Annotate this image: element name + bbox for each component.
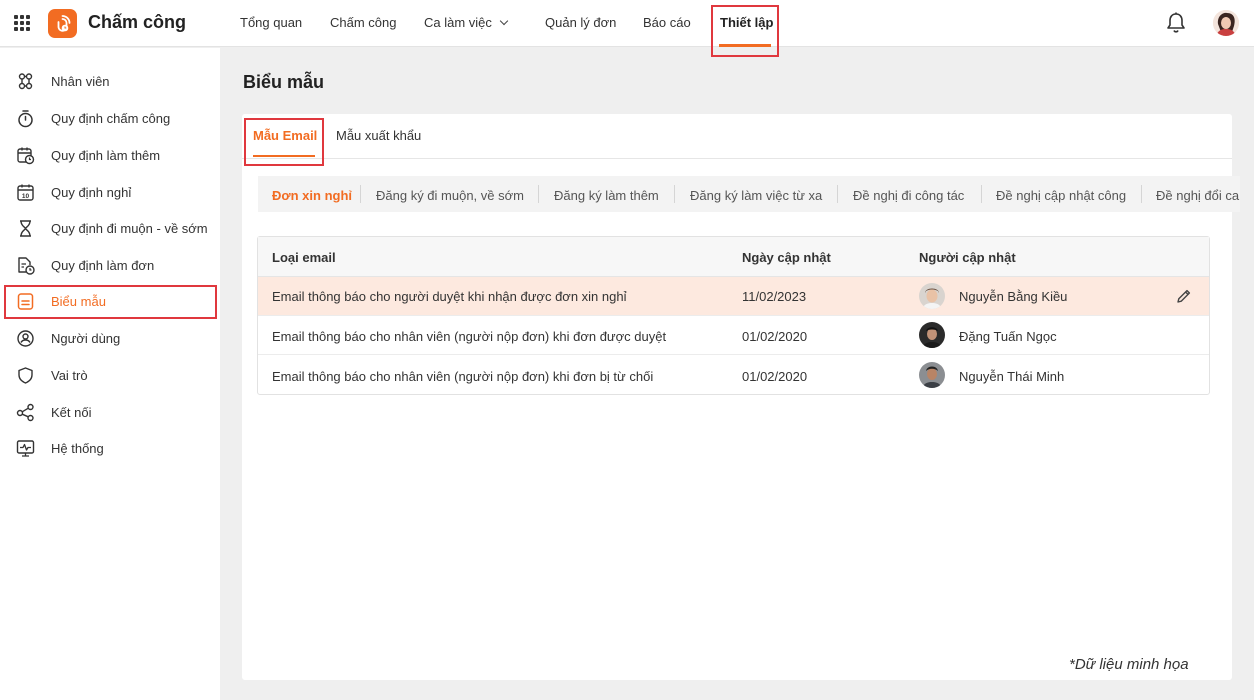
- user-circle-icon: [17, 330, 34, 347]
- user-avatar[interactable]: [1213, 10, 1239, 36]
- row-updated-date: 01/02/2020: [742, 369, 808, 384]
- sidebar-item-label: Quy định nghỉ: [51, 185, 132, 200]
- nav-ca-lam-viec[interactable]: Ca làm việc: [424, 15, 509, 30]
- subtab-divider: [837, 185, 838, 203]
- nav-bao-cao[interactable]: Báo cáo: [643, 15, 691, 30]
- subtab-divider: [1141, 185, 1142, 203]
- document-clock-icon: [18, 257, 35, 275]
- stopwatch-icon: [18, 110, 33, 128]
- top-bar: [0, 0, 1254, 47]
- sidebar-item-quy-dinh-lam-them[interactable]: Quy định làm thêm: [0, 138, 220, 172]
- table-header: [258, 237, 1209, 277]
- sidebar-item-label: Nhân viên: [51, 74, 110, 89]
- sidebar-item-quy-dinh-di-muon[interactable]: Quy định đi muộn - về sớm: [0, 211, 220, 245]
- chevron-down-icon: [499, 16, 509, 26]
- app-grid-icon[interactable]: [14, 15, 30, 31]
- sidebar-item-nhan-vien[interactable]: Nhân viên: [0, 64, 220, 98]
- subtab-di-cong-tac[interactable]: Đề nghị đi công tác: [853, 188, 964, 203]
- nav-tong-quan[interactable]: Tổng quan: [240, 15, 302, 30]
- tab-divider: [242, 158, 1232, 159]
- app-title: Chấm công: [88, 12, 187, 32]
- calendar-10-icon: 10: [17, 184, 34, 201]
- nav-cham-cong[interactable]: Chấm công: [330, 15, 396, 30]
- tab-mau-xuat-khau[interactable]: Mẫu xuất khẩu: [336, 128, 421, 143]
- sidebar-item-he-thong[interactable]: Hệ thống: [0, 431, 220, 465]
- subtab-divider: [360, 185, 361, 203]
- subtab-cap-nhat-cong[interactable]: Đề nghị cập nhật công: [996, 188, 1126, 203]
- highlight-sidebar-bieu-mau: [4, 285, 217, 319]
- nav-ca-lam-viec-label: Ca làm việc: [424, 15, 492, 30]
- pencil-icon[interactable]: [1176, 288, 1192, 307]
- column-header-nguoi-cap-nhat[interactable]: Người cập nhật: [919, 250, 1016, 265]
- sidebar-item-label: Quy định chấm công: [51, 111, 171, 126]
- sidebar-item-vai-tro[interactable]: Vai trò: [0, 358, 220, 392]
- sidebar-item-label: Quy định làm thêm: [51, 148, 161, 163]
- sidebar-item-label: Quy định đi muộn - về sớm: [51, 221, 208, 236]
- highlight-tab-mau-email: [244, 118, 324, 166]
- app-logo: [48, 9, 77, 38]
- people-network-icon: [18, 73, 33, 90]
- illustration-note: *Dữ liệu minh họa: [1069, 656, 1189, 673]
- subtab-divider: [538, 185, 539, 203]
- hourglass-icon: [20, 220, 31, 237]
- page-title: Biểu mẫu: [243, 72, 325, 92]
- avatar: [919, 362, 945, 388]
- shield-icon: [18, 367, 33, 384]
- row-email-type: Email thông báo cho nhân viên (người nộp…: [272, 329, 667, 344]
- subtab-don-xin-nghi[interactable]: Đơn xin nghỉ: [272, 188, 352, 203]
- row-updated-by: Nguyễn Thái Minh: [959, 369, 1065, 384]
- sidebar-item-label: Vai trò: [51, 368, 88, 383]
- sidebar-item-ket-noi[interactable]: Kết nối: [0, 395, 220, 429]
- sidebar-item-quy-dinh-cham-cong[interactable]: Quy định chấm công: [0, 101, 220, 135]
- row-email-type: Email thông báo cho người duyệt khi nhận…: [272, 289, 627, 304]
- svg-text:10: 10: [22, 193, 30, 200]
- highlight-nav-thiet-lap: [711, 5, 779, 57]
- subtab-lam-viec-tu-xa[interactable]: Đăng ký làm việc từ xa: [690, 188, 822, 203]
- avatar: [919, 283, 945, 309]
- nav-quan-ly-don[interactable]: Quản lý đơn: [545, 15, 616, 30]
- column-header-ngay-cap-nhat[interactable]: Ngày cập nhật: [742, 250, 831, 265]
- subtab-di-muon-ve-som[interactable]: Đăng ký đi muộn, về sớm: [376, 188, 524, 203]
- sidebar-item-quy-dinh-nghi[interactable]: 10 Quy định nghỉ: [0, 175, 220, 209]
- bell-icon[interactable]: [1165, 11, 1187, 38]
- sidebar-item-nguoi-dung[interactable]: Người dùng: [0, 321, 220, 355]
- sidebar-item-label: Quy định làm đơn: [51, 258, 155, 273]
- subtab-divider: [674, 185, 675, 203]
- row-email-type: Email thông báo cho nhân viên (người nộp…: [272, 369, 654, 384]
- column-header-loai-email[interactable]: Loại email: [272, 250, 336, 265]
- subtab-lam-them[interactable]: Đăng ký làm thêm: [554, 188, 659, 203]
- subtab-doi-ca[interactable]: Đề nghị đổi ca: [1156, 188, 1240, 203]
- row-updated-date: 11/02/2023: [742, 289, 807, 304]
- sidebar-item-label: Kết nối: [51, 405, 92, 420]
- overtime-calendar-icon: [17, 147, 35, 165]
- sidebar-item-label: Hệ thống: [51, 441, 104, 456]
- monitor-icon: [16, 440, 35, 457]
- share-icon: [16, 403, 34, 422]
- avatar: [919, 322, 945, 348]
- sidebar-item-quy-dinh-lam-don[interactable]: Quy định làm đơn: [0, 248, 220, 282]
- subtab-divider: [981, 185, 982, 203]
- row-updated-by: Đặng Tuấn Ngọc: [959, 329, 1057, 344]
- row-updated-by: Nguyễn Bằng Kiều: [959, 289, 1068, 304]
- sidebar-item-label: Người dùng: [51, 331, 121, 346]
- row-updated-date: 01/02/2020: [742, 329, 808, 344]
